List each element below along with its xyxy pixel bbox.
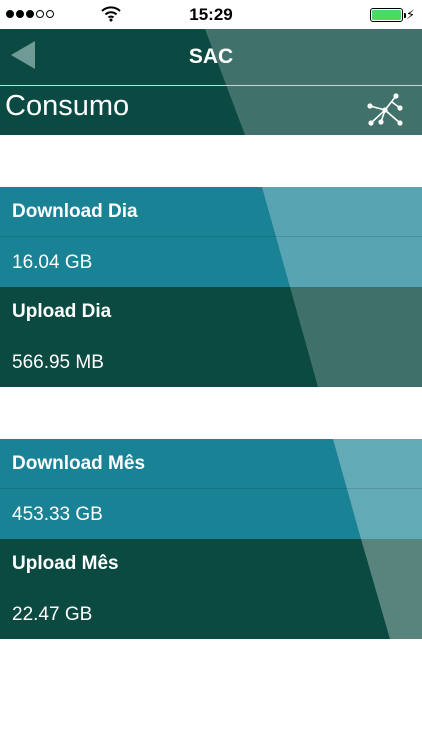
download-day-row: Download Dia 16.04 GB: [0, 187, 422, 287]
network-icon[interactable]: [366, 92, 404, 128]
daily-usage-card: Download Dia 16.04 GB Upload Dia 566.95 …: [0, 187, 422, 387]
upload-day-label: Upload Dia: [12, 301, 112, 322]
header-divider: [0, 85, 422, 86]
upload-day-value: 566.95 MB: [12, 352, 104, 373]
charging-icon: ⚡: [406, 7, 416, 22]
download-month-row: Download Mês 453.33 GB: [0, 439, 422, 539]
download-day-label: Download Dia: [12, 201, 138, 222]
download-month-label: Download Mês: [12, 453, 146, 474]
battery-icon: [370, 8, 406, 22]
download-month-value: 453.33 GB: [12, 504, 103, 525]
upload-month-value: 22.47 GB: [12, 604, 93, 625]
nav-title: SAC: [188, 45, 234, 68]
download-day-value: 16.04 GB: [12, 252, 93, 273]
page-title: Consumo: [5, 90, 130, 122]
row-divider: [0, 236, 422, 237]
status-bar: 15:29 ⚡: [0, 0, 422, 29]
status-time: 15:29: [189, 5, 233, 24]
upload-day-row: Upload Dia 566.95 MB: [0, 287, 422, 387]
row-divider: [0, 488, 422, 489]
upload-month-label: Upload Mês: [12, 553, 119, 574]
upload-month-row: Upload Mês 22.47 GB: [0, 539, 422, 639]
monthly-usage-card: Download Mês 453.33 GB Upload Mês 22.47 …: [0, 439, 422, 639]
app-header: SAC Consumo: [0, 29, 422, 135]
